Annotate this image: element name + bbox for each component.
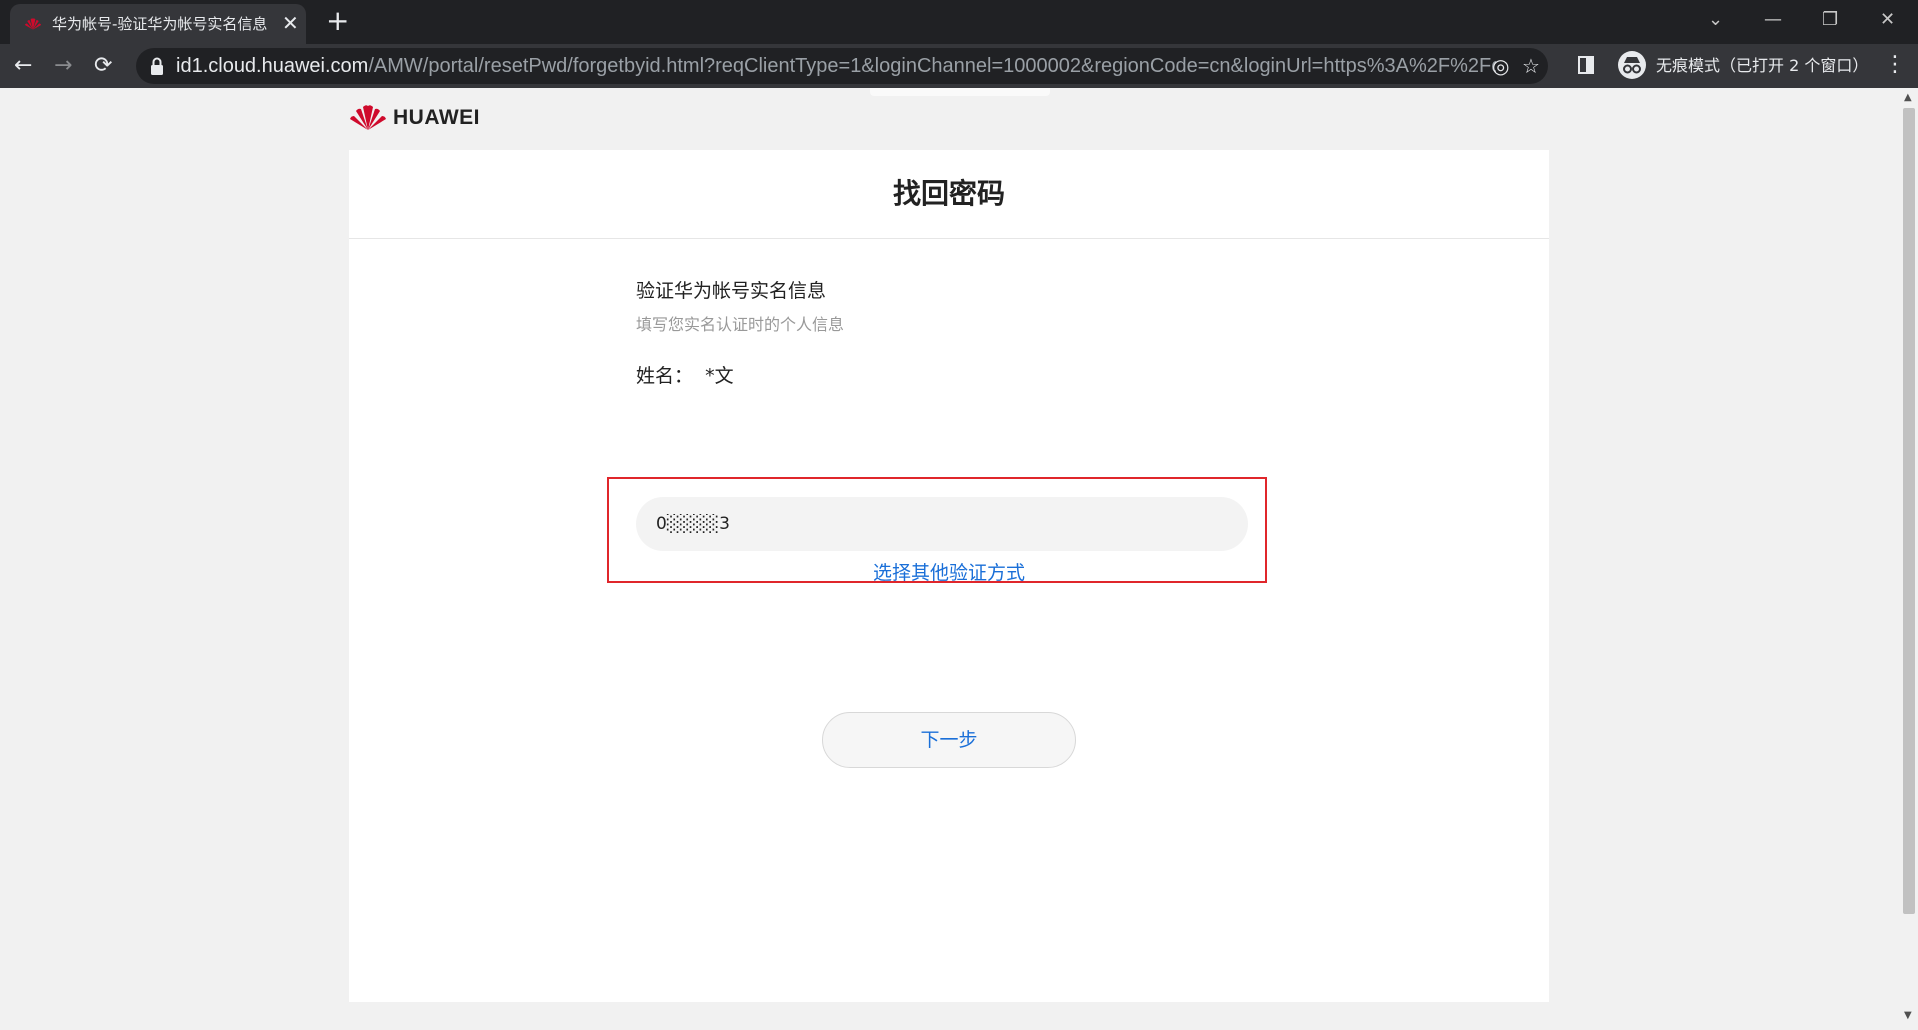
url-text: id1.cloud.huawei.com/AMW/portal/resetPwd… bbox=[176, 54, 1496, 78]
back-icon[interactable]: ← bbox=[14, 52, 32, 80]
lock-icon bbox=[151, 57, 163, 75]
tab-close-icon[interactable]: ✕ bbox=[282, 12, 299, 34]
eye-off-icon[interactable]: ◎ bbox=[1492, 55, 1509, 77]
incognito-label: 无痕模式（已打开 2 个窗口） bbox=[1656, 56, 1869, 75]
section-title: 验证华为帐号实名信息 bbox=[636, 280, 827, 302]
bookmark-star-icon[interactable]: ☆ bbox=[1522, 55, 1540, 77]
incognito-icon[interactable] bbox=[1618, 51, 1646, 79]
huawei-favicon-icon bbox=[24, 18, 42, 30]
page-viewport: HUAWEI 找回密码 验证华为帐号实名信息 填写您实名认证时的个人信息 姓名：… bbox=[0, 88, 1900, 1030]
id-number-input[interactable] bbox=[636, 497, 1248, 551]
reset-password-card: 找回密码 验证华为帐号实名信息 填写您实名认证时的个人信息 姓名： *文 选择其… bbox=[349, 150, 1549, 1002]
forward-icon[interactable]: → bbox=[54, 52, 72, 80]
url-host: id1.cloud.huawei.com bbox=[176, 55, 369, 77]
reload-icon[interactable]: ⟳ bbox=[94, 52, 112, 80]
scroll-up-icon[interactable]: ▲ bbox=[1904, 92, 1912, 103]
minimize-icon[interactable]: — bbox=[1764, 6, 1782, 34]
new-tab-button[interactable]: + bbox=[326, 6, 349, 36]
address-bar[interactable]: id1.cloud.huawei.com/AMW/portal/resetPwd… bbox=[136, 48, 1548, 84]
name-label: 姓名： *文 bbox=[636, 365, 734, 387]
title-divider bbox=[349, 238, 1549, 239]
tab-title: 华为帐号-验证华为帐号实名信息 bbox=[52, 15, 268, 33]
next-step-button[interactable]: 下一步 bbox=[822, 712, 1076, 768]
page-scrollbar[interactable]: ▲ ▼ bbox=[1900, 88, 1918, 1030]
scroll-thumb[interactable] bbox=[1903, 108, 1915, 914]
window-close-icon[interactable]: ✕ bbox=[1880, 6, 1895, 34]
scroll-down-icon[interactable]: ▼ bbox=[1904, 1010, 1912, 1021]
other-verification-link[interactable]: 选择其他验证方式 bbox=[349, 560, 1549, 586]
url-path: /AMW/portal/resetPwd/forgetbyid.html?req… bbox=[368, 55, 1496, 77]
browser-menu-icon[interactable]: ⋮ bbox=[1884, 50, 1906, 80]
side-panel-icon[interactable] bbox=[1578, 56, 1594, 74]
browser-toolbar: ← → ⟳ id1.cloud.huawei.com/AMW/portal/re… bbox=[0, 44, 1918, 88]
browser-tab-bar: 华为帐号-验证华为帐号实名信息 ✕ + ⌄ — ❐ ✕ bbox=[0, 0, 1918, 44]
tab-search-chevron-icon[interactable]: ⌄ bbox=[1708, 6, 1723, 34]
page-title: 找回密码 bbox=[892, 177, 1005, 210]
section-subtitle: 填写您实名认证时的个人信息 bbox=[636, 315, 845, 334]
logo-text: HUAWEI bbox=[393, 106, 480, 129]
top-strip bbox=[870, 88, 1050, 96]
huawei-logo-icon bbox=[350, 105, 386, 130]
browser-tab[interactable]: 华为帐号-验证华为帐号实名信息 ✕ bbox=[10, 4, 306, 44]
restore-icon[interactable]: ❐ bbox=[1822, 6, 1838, 34]
